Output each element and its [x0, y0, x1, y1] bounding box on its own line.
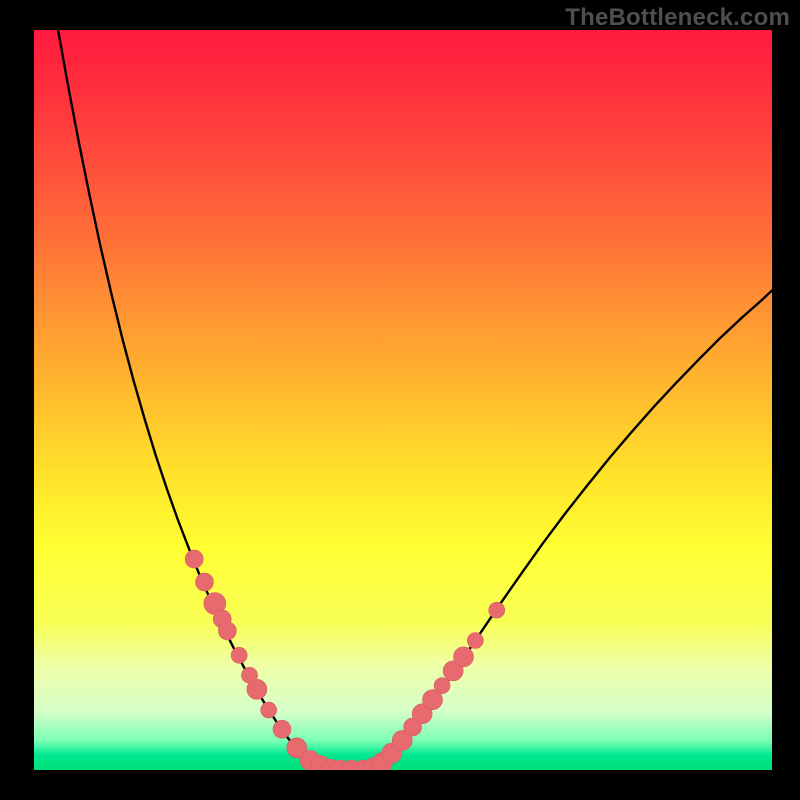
watermark-label: TheBottleneck.com — [565, 4, 790, 32]
chart-frame: TheBottleneck.com — [0, 0, 800, 800]
chart-plot-area — [34, 30, 772, 770]
